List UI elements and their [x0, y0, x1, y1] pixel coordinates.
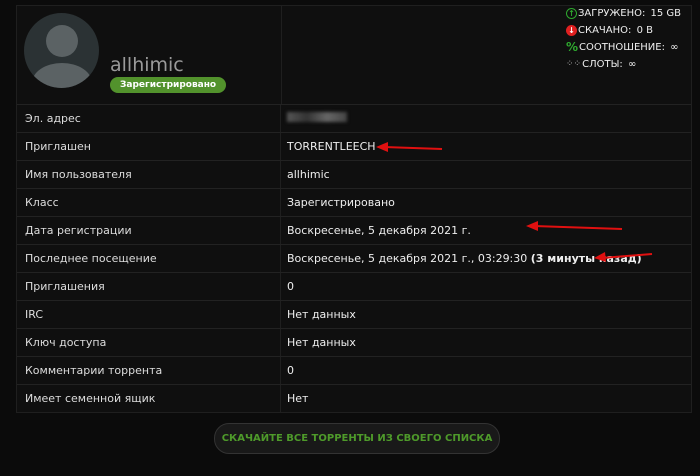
red-arrows-annotation [376, 142, 653, 262]
